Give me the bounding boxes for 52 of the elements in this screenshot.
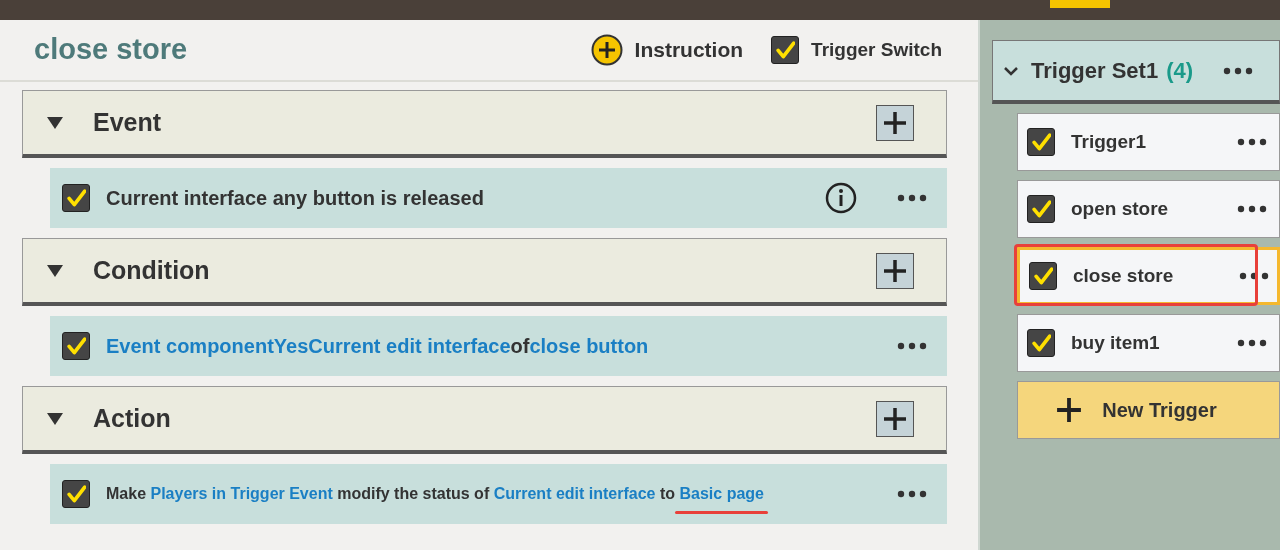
- trigger-switch-label: Trigger Switch: [811, 37, 942, 62]
- trigger-name: open store: [1071, 196, 1170, 221]
- section-header[interactable]: Action: [22, 386, 947, 454]
- checkbox[interactable]: [771, 36, 800, 64]
- statement-row[interactable]: Current interface any button is released: [50, 168, 947, 228]
- more-icon[interactable]: [897, 490, 927, 498]
- trigger-item[interactable]: close store: [1017, 247, 1280, 305]
- plus-icon: [590, 34, 623, 66]
- section-header[interactable]: Event: [22, 90, 947, 158]
- trigger-name: close store: [1073, 263, 1175, 288]
- plus-icon: [883, 258, 907, 283]
- checkbox[interactable]: [62, 332, 90, 360]
- checkbox[interactable]: [1027, 329, 1055, 357]
- more-icon[interactable]: [897, 194, 927, 202]
- more-icon[interactable]: [1223, 66, 1254, 75]
- section-title: Event: [93, 106, 163, 138]
- more-icon[interactable]: [1239, 272, 1269, 280]
- trigger-set-header[interactable]: Trigger Set1 (4): [992, 40, 1280, 104]
- trigger-item[interactable]: open store: [1017, 180, 1280, 238]
- trigger-set-name: Trigger Set1: [1031, 57, 1159, 85]
- statement-text: Event componentYesCurrent edit interfaceofclose button: [106, 334, 650, 359]
- add-button[interactable]: [876, 400, 914, 437]
- trigger-item[interactable]: buy item1: [1017, 314, 1280, 372]
- plus-icon: [1056, 397, 1083, 423]
- trigger-item[interactable]: Trigger1: [1017, 113, 1280, 171]
- statement-row[interactable]: Event componentYesCurrent edit interfaceofclose button: [50, 316, 947, 376]
- new-trigger-button[interactable]: New Trigger: [1017, 381, 1280, 439]
- info-icon[interactable]: [825, 182, 857, 214]
- section-header[interactable]: Condition: [22, 238, 947, 306]
- statement-text: Make Players in Trigger Event modify the status of Current edit interface to Basic page: [106, 482, 881, 506]
- section-title: Action: [93, 402, 172, 434]
- more-icon[interactable]: [1237, 138, 1267, 146]
- more-icon[interactable]: [1237, 339, 1267, 347]
- editor-title: close store: [34, 32, 189, 68]
- trigger-name: buy item1: [1071, 330, 1161, 355]
- statement-row[interactable]: Make Players in Trigger Event modify the status of Current edit interface to Basic page: [50, 464, 947, 524]
- checkbox[interactable]: [62, 184, 90, 212]
- trigger-count: (4): [1166, 57, 1194, 85]
- checkbox[interactable]: [1027, 195, 1055, 223]
- add-button[interactable]: [876, 104, 914, 141]
- trigger-name: Trigger1: [1071, 129, 1147, 154]
- statement-text: Current interface any button is released: [106, 186, 485, 211]
- section-title: Condition: [93, 254, 211, 286]
- checkbox[interactable]: [1029, 262, 1057, 290]
- checkbox[interactable]: [62, 480, 90, 508]
- more-icon[interactable]: [1237, 205, 1267, 213]
- more-icon[interactable]: [897, 342, 927, 350]
- add-button[interactable]: [876, 252, 914, 289]
- checkbox[interactable]: [1027, 128, 1055, 156]
- plus-icon: [883, 406, 907, 431]
- instruction-button[interactable]: Instruction: [590, 34, 744, 66]
- plus-icon: [883, 110, 907, 135]
